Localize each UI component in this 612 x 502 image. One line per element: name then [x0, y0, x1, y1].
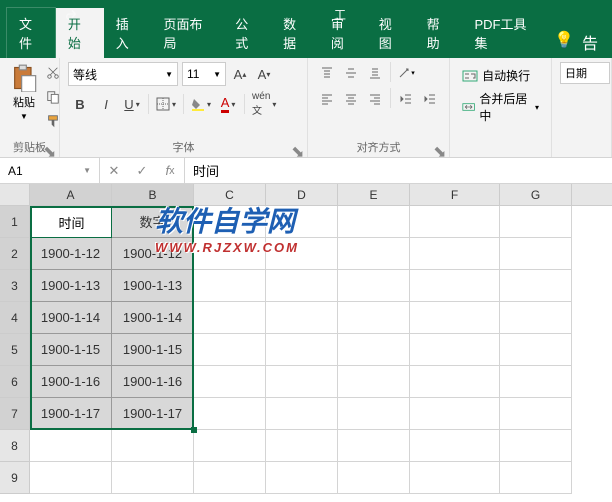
spreadsheet-grid: A B C D E F G 1 2 3 4 5 6 7 8 9 时间 数字: [0, 184, 612, 494]
cell-a6[interactable]: 1900-1-16: [30, 366, 112, 398]
align-label: 对齐方式: [308, 139, 449, 155]
tab-pdf[interactable]: PDF工具集: [462, 8, 546, 58]
formula-input[interactable]: 时间: [185, 158, 612, 183]
cell-f1[interactable]: [410, 206, 500, 238]
cell-a5[interactable]: 1900-1-15: [30, 334, 112, 366]
col-header-c[interactable]: C: [194, 184, 266, 205]
font-color-button[interactable]: A▾: [216, 92, 240, 116]
align-center-button[interactable]: [340, 88, 362, 110]
cell-a1[interactable]: 时间: [30, 206, 112, 238]
fill-color-button[interactable]: ▾: [188, 92, 214, 116]
col-header-b[interactable]: B: [112, 184, 194, 205]
enter-button[interactable]: ✓: [128, 163, 156, 179]
cell-b4[interactable]: 1900-1-14: [112, 302, 194, 334]
align-top-button[interactable]: [316, 62, 338, 84]
name-box[interactable]: A1▼: [0, 158, 100, 183]
align-middle-button[interactable]: [340, 62, 362, 84]
align-left-button[interactable]: [316, 88, 338, 110]
row-header-8[interactable]: 8: [0, 430, 30, 462]
row-header-6[interactable]: 6: [0, 366, 30, 398]
decrease-font-button[interactable]: A▾: [254, 64, 274, 84]
merge-center-button[interactable]: 合并后居中 ▾: [458, 87, 543, 127]
cell-g1[interactable]: [500, 206, 572, 238]
orientation-button[interactable]: ▾: [395, 62, 417, 84]
clipboard-launcher[interactable]: ⬊: [43, 142, 55, 154]
cell-c1[interactable]: [194, 206, 266, 238]
ribbon-tabs: 文件 开始 插入 页面布局 公式 数据 审阅 视图 帮助 PDF工具集 💡 告: [0, 28, 612, 58]
number-format-dropdown[interactable]: 日期: [560, 62, 610, 84]
font-launcher[interactable]: ⬊: [291, 142, 303, 154]
tab-data[interactable]: 数据: [271, 8, 319, 58]
border-button[interactable]: ▾: [153, 92, 179, 116]
font-name-dropdown[interactable]: 等线▼: [68, 62, 178, 86]
bold-button[interactable]: B: [68, 92, 92, 116]
col-header-g[interactable]: G: [500, 184, 572, 205]
increase-indent-button[interactable]: [419, 88, 441, 110]
col-header-d[interactable]: D: [266, 184, 338, 205]
fill-handle[interactable]: [191, 427, 197, 433]
col-header-e[interactable]: E: [338, 184, 410, 205]
cell-a7[interactable]: 1900-1-17: [30, 398, 112, 430]
cell-b1[interactable]: 数字: [112, 206, 194, 238]
tab-file[interactable]: 文件: [6, 7, 56, 58]
redo-button[interactable]: [60, 2, 84, 26]
cell-b7[interactable]: 1900-1-17: [112, 398, 194, 430]
row-header-2[interactable]: 2: [0, 238, 30, 270]
ribbon: 粘贴 ▼ 剪贴板 ⬊ 等线▼ 11▼ A▴ A▾ B I U▾ ▾ ▾: [0, 58, 612, 158]
font-label: 字体: [60, 139, 307, 155]
cell-b2[interactable]: 1900-1-12: [112, 238, 194, 270]
fx-button[interactable]: fx: [156, 163, 184, 178]
font-group: 等线▼ 11▼ A▴ A▾ B I U▾ ▾ ▾ A▾ wén文▾ 字体 ⬊: [60, 58, 308, 157]
tab-review[interactable]: 审阅: [319, 8, 367, 58]
row-header-5[interactable]: 5: [0, 334, 30, 366]
cell-a3[interactable]: 1900-1-13: [30, 270, 112, 302]
cells-area[interactable]: 时间 数字 1900-1-121900-1-12 1900-1-131900-1…: [30, 206, 572, 494]
cell-b3[interactable]: 1900-1-13: [112, 270, 194, 302]
row-header-9[interactable]: 9: [0, 462, 30, 494]
row-header-1[interactable]: 1: [0, 206, 30, 238]
tab-formula[interactable]: 公式: [223, 8, 271, 58]
paste-button[interactable]: 粘贴 ▼: [8, 62, 40, 132]
col-header-a[interactable]: A: [30, 184, 112, 205]
phonetic-button[interactable]: wén文▾: [249, 92, 279, 116]
underline-button[interactable]: U▾: [120, 92, 144, 116]
tab-insert[interactable]: 插入: [104, 8, 152, 58]
cell-a2[interactable]: 1900-1-12: [30, 238, 112, 270]
cell-b5[interactable]: 1900-1-15: [112, 334, 194, 366]
align-bottom-button[interactable]: [364, 62, 386, 84]
cell-a4[interactable]: 1900-1-14: [30, 302, 112, 334]
tab-help[interactable]: 帮助: [415, 8, 463, 58]
chevron-down-icon: ▼: [20, 112, 28, 121]
alignment-group: ▾ 对齐方式 ⬊: [308, 58, 450, 157]
help-icon[interactable]: 告: [582, 30, 598, 54]
align-right-button[interactable]: [364, 88, 386, 110]
select-all-corner[interactable]: [0, 184, 30, 205]
number-group: 日期: [552, 58, 612, 157]
column-headers: A B C D E F G: [0, 184, 612, 206]
cancel-button[interactable]: ✕: [100, 163, 128, 179]
formula-bar: A1▼ ✕ ✓ fx 时间: [0, 158, 612, 184]
italic-button[interactable]: I: [94, 92, 118, 116]
align-launcher[interactable]: ⬊: [433, 142, 445, 154]
increase-font-button[interactable]: A▴: [230, 64, 250, 84]
tell-me-icon[interactable]: 💡: [554, 30, 574, 54]
tab-layout[interactable]: 页面布局: [152, 8, 224, 58]
clipboard-group: 粘贴 ▼ 剪贴板 ⬊: [0, 58, 60, 157]
row-headers: 1 2 3 4 5 6 7 8 9: [0, 206, 30, 494]
row-header-4[interactable]: 4: [0, 302, 30, 334]
ribbon-right-icons: 💡 告: [546, 26, 606, 58]
col-header-f[interactable]: F: [410, 184, 500, 205]
wrap-merge-group: 自动换行 合并后居中 ▾: [450, 58, 552, 157]
wrap-text-button[interactable]: 自动换行: [458, 64, 543, 87]
tab-view[interactable]: 视图: [367, 8, 415, 58]
row-header-3[interactable]: 3: [0, 270, 30, 302]
row-header-7[interactable]: 7: [0, 398, 30, 430]
cell-b6[interactable]: 1900-1-16: [112, 366, 194, 398]
font-size-dropdown[interactable]: 11▼: [182, 62, 226, 86]
decrease-indent-button[interactable]: [395, 88, 417, 110]
cell-d1[interactable]: [266, 206, 338, 238]
cell-e1[interactable]: [338, 206, 410, 238]
